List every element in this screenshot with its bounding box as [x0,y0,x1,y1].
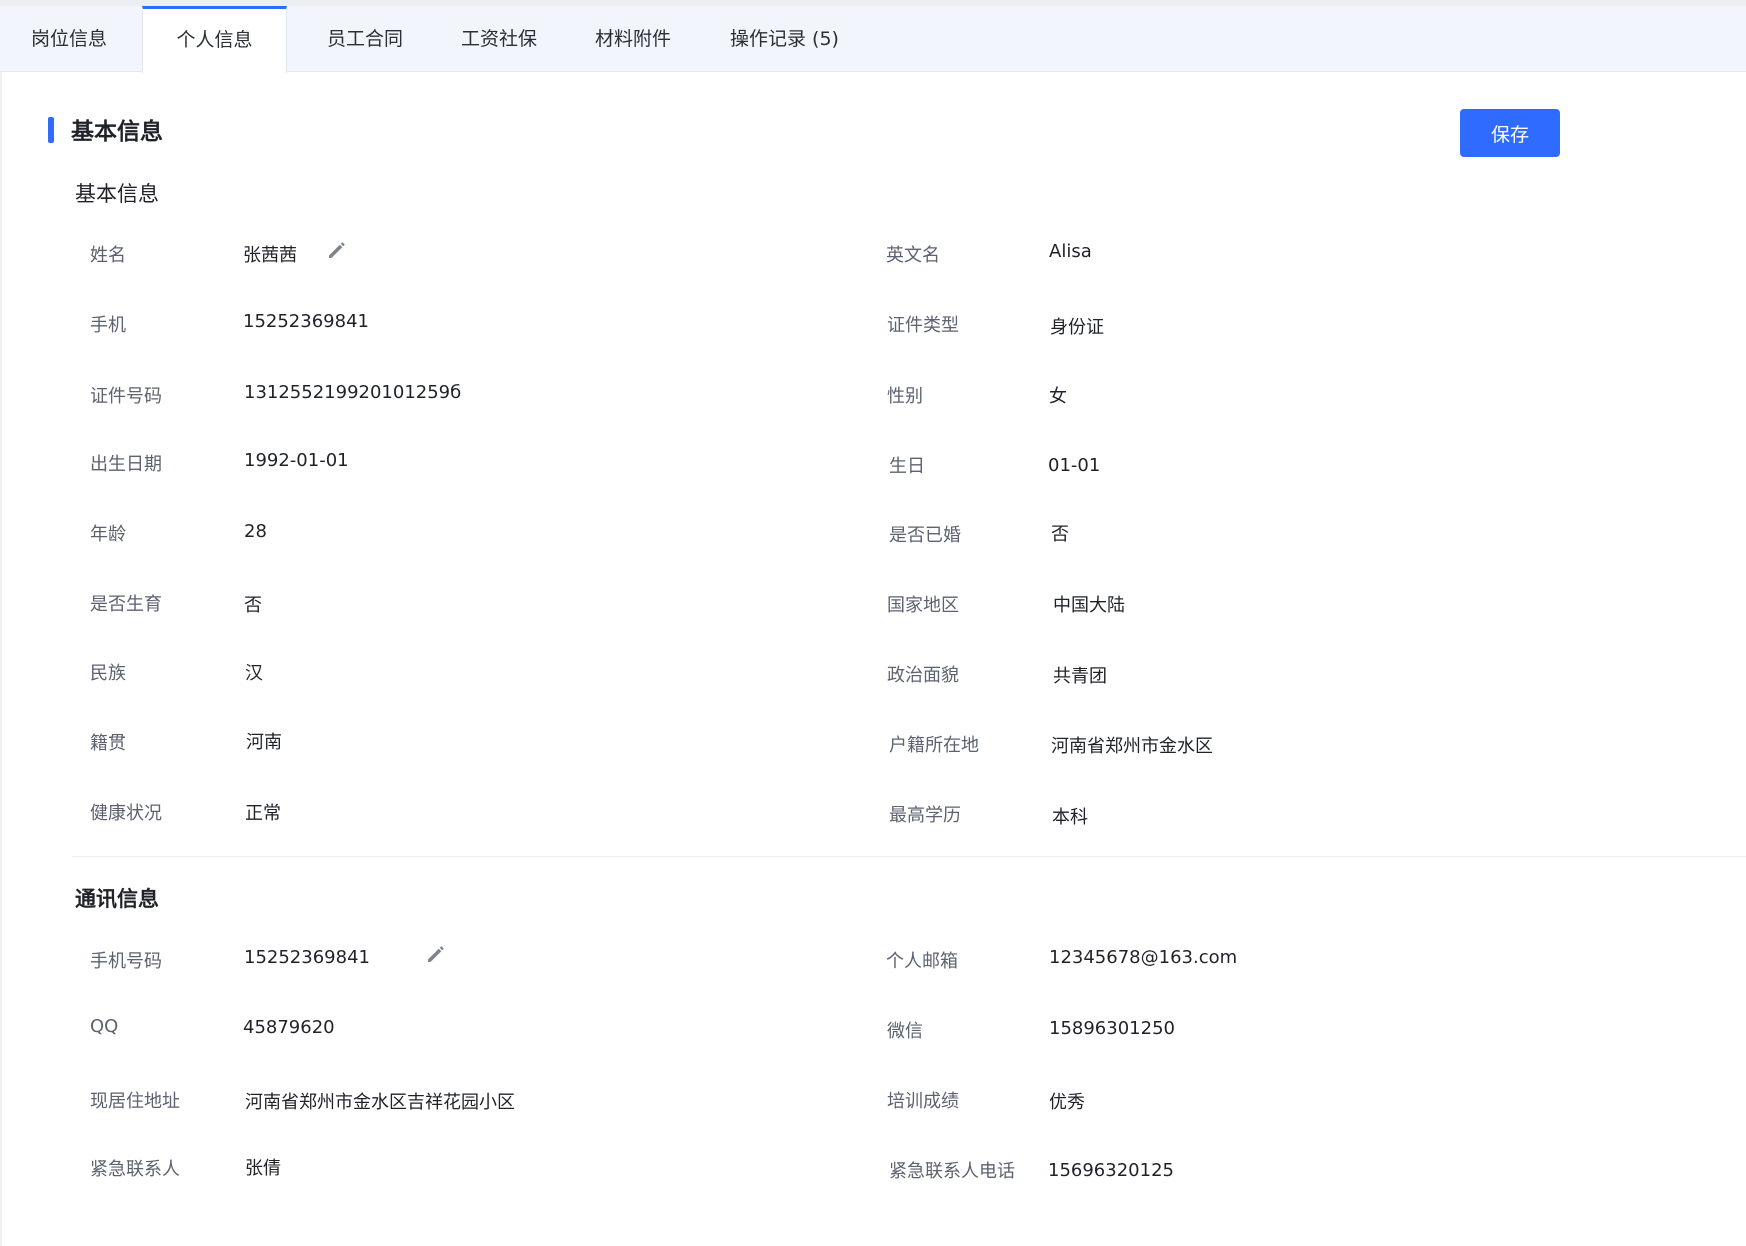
field-value-children: 否 [244,595,262,616]
field-value-native-place: 河南 [246,732,282,753]
tab-operation-log[interactable]: 操作记录 (5) [730,6,839,72]
field-value-id-number: 131255219920101259б [244,382,462,403]
pencil-icon[interactable] [424,942,448,966]
field-label-birthday: 生日 [889,456,925,477]
section-title: 基本信息 [71,119,163,145]
field-value-birth-date: 1992-01-01 [244,450,349,471]
field-value-mobile-number: 15252369841 [244,947,370,968]
tab-bar: 岗位信息 个人信息 员工合同 工资社保 材料附件 操作记录 (5) [0,6,1746,73]
field-label-birth-date: 出生日期 [90,454,162,475]
field-label-training-score: 培训成绩 [887,1091,959,1112]
tab-attachments[interactable]: 材料附件 [595,6,671,72]
field-label-personal-email: 个人邮箱 [886,951,958,972]
field-label-emergency-phone: 紧急联系人电话 [889,1161,1015,1182]
section-accent-bar [48,117,54,143]
tab-personal-info[interactable]: 个人信息 [142,6,287,73]
field-label-phone: 手机 [90,315,126,336]
field-value-household-registration: 河南省郑州市金水区 [1051,736,1213,757]
field-label-household-registration: 户籍所在地 [889,735,979,756]
field-label-id-number: 证件号码 [90,386,162,407]
basic-info-title: 基本信息 [75,182,159,206]
content-left-border [0,72,2,1246]
field-value-name: 张茜茜 [243,245,297,266]
field-label-address: 现居住地址 [90,1091,180,1112]
field-value-health: 正常 [245,803,281,824]
field-value-emergency-phone: 15696320125 [1048,1160,1174,1181]
field-label-qq: QQ [90,1016,119,1037]
field-label-political-status: 政治面貌 [887,665,959,686]
field-value-qq: 45879620 [243,1017,335,1038]
pencil-icon[interactable] [325,238,349,262]
field-label-children: 是否生育 [90,594,162,615]
field-value-birthday: 01-01 [1048,455,1101,476]
field-value-age: 28 [244,521,267,542]
field-value-id-type: 身份证 [1050,317,1104,338]
field-value-personal-email: 12345678@163.com [1049,947,1238,968]
field-label-native-place: 籍贯 [90,733,126,754]
field-value-married: 否 [1051,524,1069,545]
field-label-mobile-number: 手机号码 [90,951,162,972]
field-value-country: 中国大陆 [1053,595,1125,616]
field-value-wechat: 15896301250 [1049,1018,1175,1039]
contact-info-title: 通讯信息 [75,887,159,911]
field-label-age: 年龄 [90,524,126,545]
field-value-address: 河南省郑州市金水区吉祥花园小区 [245,1092,515,1113]
field-label-english-name: 英文名 [886,245,940,266]
field-label-id-type: 证件类型 [887,315,959,336]
field-label-married: 是否已婚 [889,525,961,546]
field-label-health: 健康状况 [90,803,162,824]
field-label-education: 最高学历 [889,805,961,826]
field-value-phone: 15252369841 [243,311,369,332]
field-value-emergency-contact: 张倩 [245,1158,281,1179]
tab-position-info[interactable]: 岗位信息 [31,6,107,72]
field-label-name: 姓名 [90,245,126,266]
field-label-wechat: 微信 [887,1021,923,1042]
field-value-training-score: 优秀 [1049,1092,1085,1113]
save-button[interactable]: 保存 [1460,109,1560,157]
field-value-gender: 女 [1049,386,1067,407]
field-value-education: 本科 [1052,807,1088,828]
section-divider [72,856,1746,857]
tab-salary-insurance[interactable]: 工资社保 [461,6,537,72]
field-value-english-name: Alisa [1049,241,1092,262]
field-value-ethnicity: 汉 [245,663,263,684]
field-label-country: 国家地区 [887,595,959,616]
field-label-ethnicity: 民族 [90,663,126,684]
field-label-emergency-contact: 紧急联系人 [90,1159,180,1180]
tab-employee-contract[interactable]: 员工合同 [327,6,403,72]
field-label-gender: 性别 [887,386,923,407]
field-value-political-status: 共青团 [1053,666,1107,687]
